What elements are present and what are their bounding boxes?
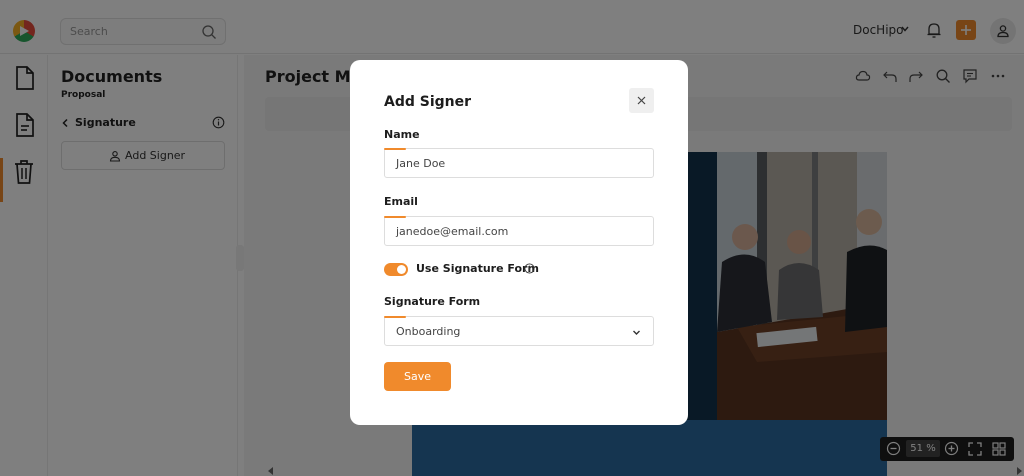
toggle-label: Use Signature Form [416,262,539,275]
close-button[interactable] [629,88,654,113]
name-value: Jane Doe [396,157,446,170]
signature-form-toggle[interactable] [384,263,408,276]
signature-form-select[interactable]: Onboarding [384,316,654,346]
email-field[interactable]: janedoe@email.com [384,216,654,246]
signature-form-label: Signature Form [384,295,481,308]
email-value: janedoe@email.com [396,225,509,238]
email-label: Email [384,195,418,208]
toggle-knob [397,265,406,274]
name-label: Name [384,128,420,141]
chevron-down-icon [633,330,640,335]
name-field[interactable]: Jane Doe [384,148,654,178]
field-focus-accent [384,148,406,150]
info-icon[interactable] [524,263,535,274]
save-button[interactable]: Save [384,362,451,391]
close-icon [637,96,646,105]
field-focus-accent [384,316,406,318]
field-focus-accent [384,216,406,218]
signature-form-value: Onboarding [396,325,461,338]
add-signer-dialog: Add Signer Name Jane Doe Email janedoe@e… [350,60,688,425]
dialog-title: Add Signer [384,94,472,110]
